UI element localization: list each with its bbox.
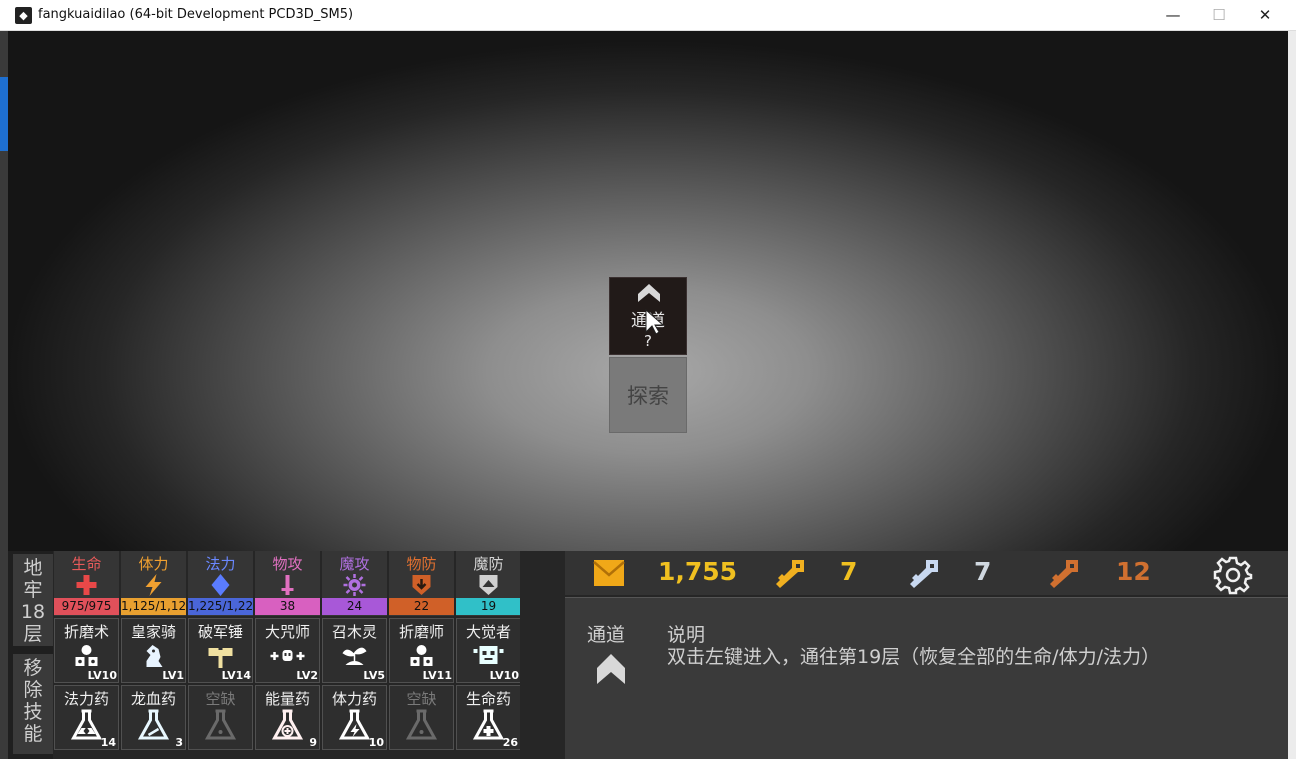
lightning-icon (145, 574, 162, 596)
skill-slot-2[interactable]: 皇家骑 LV1 (121, 618, 186, 683)
stat-physical-attack: 物攻 38 (255, 551, 320, 616)
close-button[interactable]: ✕ (1245, 3, 1285, 27)
item-slot-3-empty[interactable]: 空缺 (188, 685, 253, 750)
gear-icon[interactable] (1213, 555, 1253, 595)
item-slot-2[interactable]: 龙血药 3 (121, 685, 186, 750)
up-arrow-icon (638, 284, 660, 302)
sword-icon (281, 575, 294, 595)
bronze-key-icon (1050, 560, 1078, 588)
hammer-skill-icon (208, 648, 233, 668)
gold-key-icon (776, 560, 804, 588)
gold-amount: 1,755 (658, 557, 738, 586)
torture-skill-icon (75, 645, 98, 666)
health-cross-icon (76, 575, 97, 595)
bronze-key-count: 12 (1116, 557, 1151, 586)
silver-key-icon (910, 560, 938, 588)
gold-key-count: 7 (840, 557, 858, 586)
stat-hp: 生命 975/975 (54, 551, 119, 616)
magic-gear-icon (343, 574, 366, 596)
description-text: 双击左键进入，通往第19层（恢复全部的生命/体力/法力） (667, 646, 1160, 668)
item-slot-1[interactable]: 法力药 14 (54, 685, 119, 750)
game-viewport[interactable]: 通道 ? 探索 (8, 31, 1288, 551)
remove-skill-button[interactable]: 移 除 技 能 (13, 654, 53, 754)
empty-flask-icon (204, 709, 237, 740)
background-window-edge-right (1288, 31, 1296, 759)
resource-bar: 1,755 7 7 12 (565, 551, 1288, 595)
shield-up-icon (479, 575, 498, 595)
wood-spirit-skill-icon (342, 647, 367, 665)
maximize-button[interactable]: ☐ (1199, 3, 1239, 27)
diamond-icon (211, 574, 230, 596)
explore-button[interactable]: 探索 (609, 357, 687, 433)
stat-physical-defense: 物防 22 (389, 551, 454, 616)
mouse-cursor-icon (645, 308, 665, 335)
curse-skill-icon (270, 650, 305, 661)
description-target-name: 通道 (587, 624, 626, 646)
description-panel: 通道 说明 双击左键进入，通往第19层（恢复全部的生命/体力/法力） (565, 597, 1288, 759)
window-title: fangkuaidilao (64-bit Development PCD3D_… (38, 7, 354, 22)
bottom-hud: 地 牢 18 层 移 除 技 能 生命 975/975 体力 1,125/1,1… (8, 551, 1288, 759)
app-icon: ◆ (15, 7, 32, 24)
skill-slot-6[interactable]: 折磨师 LV11 (389, 618, 454, 683)
empty-flask-icon (405, 709, 438, 740)
skill-slot-3[interactable]: 破军锤 LV14 (188, 618, 253, 683)
hud-separator (520, 551, 565, 759)
item-slot-7[interactable]: 生命药 26 (456, 685, 521, 750)
stat-mana: 法力 1,225/1,225 (188, 551, 253, 616)
window-titlebar: ◆ fangkuaidilao (64-bit Development PCD3… (0, 0, 1296, 31)
minimize-button[interactable]: — (1153, 3, 1193, 27)
gold-envelope-icon (593, 560, 625, 586)
floor-panel: 地 牢 18 层 移 除 技 能 (8, 551, 53, 759)
torturer-skill-icon (410, 645, 433, 666)
item-slot-4[interactable]: 能量药 9 (255, 685, 320, 750)
description-heading: 说明 (667, 624, 706, 646)
skill-slot-4[interactable]: 大咒师 LV2 (255, 618, 320, 683)
stat-stamina: 体力 1,125/1,125 (121, 551, 186, 616)
stats-skills-items-grid: 生命 975/975 体力 1,125/1,125 法力 1,225/1,225… (54, 551, 521, 751)
up-arrow-icon (597, 654, 625, 684)
shield-down-icon (412, 575, 431, 595)
stat-magic-defense: 魔防 19 (456, 551, 521, 616)
knight-skill-icon (146, 645, 163, 667)
skill-slot-7[interactable]: 大觉者 LV10 (456, 618, 521, 683)
skill-slot-5[interactable]: 召木灵 LV5 (322, 618, 387, 683)
passage-tile[interactable]: 通道 ? (609, 277, 687, 355)
item-slot-5[interactable]: 体力药 10 (322, 685, 387, 750)
stat-magic-attack: 魔攻 24 (322, 551, 387, 616)
item-slot-6-empty[interactable]: 空缺 (389, 685, 454, 750)
silver-key-count: 7 (974, 557, 992, 586)
floor-indicator: 地 牢 18 层 (13, 554, 53, 646)
skill-slot-1[interactable]: 折磨术 LV10 (54, 618, 119, 683)
background-window-edge (0, 31, 8, 759)
awakened-skill-icon (473, 646, 504, 664)
